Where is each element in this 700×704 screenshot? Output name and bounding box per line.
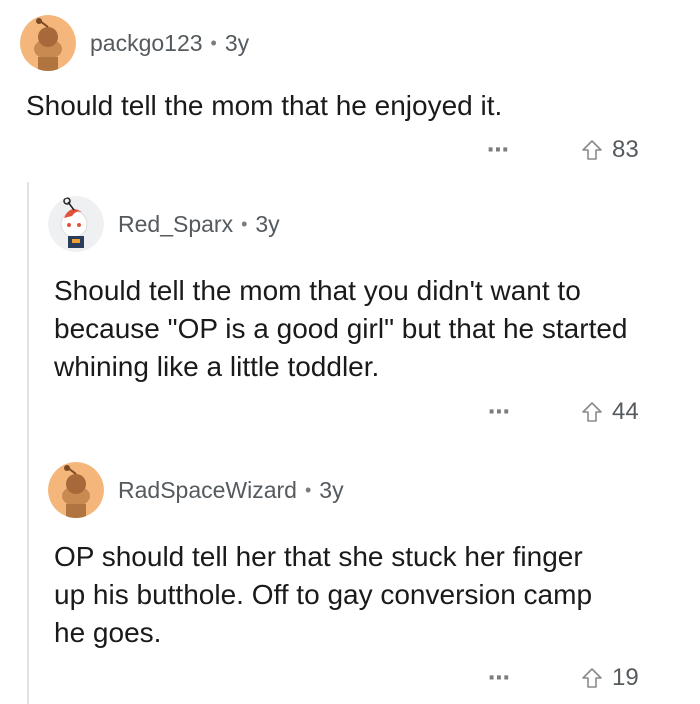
upvote-count: 83 bbox=[612, 136, 639, 163]
comment-red-sparx: Red_Sparx • 3y Should tell the mom that … bbox=[48, 196, 688, 436]
upvote-button[interactable]: 83 bbox=[580, 136, 639, 164]
comment-text: Should tell the mom that you didn't want… bbox=[54, 275, 628, 382]
upvote-count: 44 bbox=[612, 398, 639, 425]
comment-age: 3y bbox=[319, 476, 344, 503]
comment-age: 3y bbox=[255, 210, 280, 237]
comment-text: Should tell the mom that he enjoyed it. bbox=[26, 90, 503, 121]
comment-header: Red_Sparx • 3y bbox=[48, 196, 688, 252]
username[interactable]: RadSpaceWizard bbox=[118, 477, 297, 504]
more-options-icon[interactable]: ⋯ bbox=[488, 401, 511, 423]
comment-header: packgo123 • 3y bbox=[20, 15, 690, 71]
thread-line[interactable] bbox=[27, 182, 29, 704]
upvote-button[interactable]: 44 bbox=[580, 398, 639, 426]
snoo-avatar-icon[interactable] bbox=[20, 15, 76, 71]
upvote-count: 19 bbox=[612, 664, 639, 691]
upvote-button[interactable]: 19 bbox=[580, 664, 639, 692]
separator-dot: • bbox=[241, 213, 248, 234]
comment-radspacewizard: RadSpaceWizard • 3y OP should tell her t… bbox=[48, 462, 688, 702]
username[interactable]: Red_Sparx bbox=[118, 211, 233, 238]
username[interactable]: packgo123 bbox=[90, 30, 203, 57]
more-options-icon[interactable]: ⋯ bbox=[488, 667, 511, 689]
separator-dot: • bbox=[304, 479, 312, 500]
comment-header: RadSpaceWizard • 3y bbox=[48, 462, 688, 518]
comment-age: 3y bbox=[224, 29, 250, 56]
arrow-up-icon bbox=[582, 402, 602, 422]
arrow-up-icon bbox=[582, 668, 602, 688]
snoo-avatar-icon[interactable] bbox=[48, 462, 104, 518]
arrow-up-icon bbox=[582, 140, 602, 160]
snoo-avatar-icon[interactable] bbox=[48, 196, 104, 252]
comment-text: OP should tell her that she stuck her fi… bbox=[54, 541, 593, 648]
comment-packgo123: packgo123 • 3y Should tell the mom that … bbox=[20, 15, 690, 175]
separator-dot: • bbox=[210, 32, 217, 53]
more-options-icon[interactable]: ⋯ bbox=[487, 139, 510, 161]
